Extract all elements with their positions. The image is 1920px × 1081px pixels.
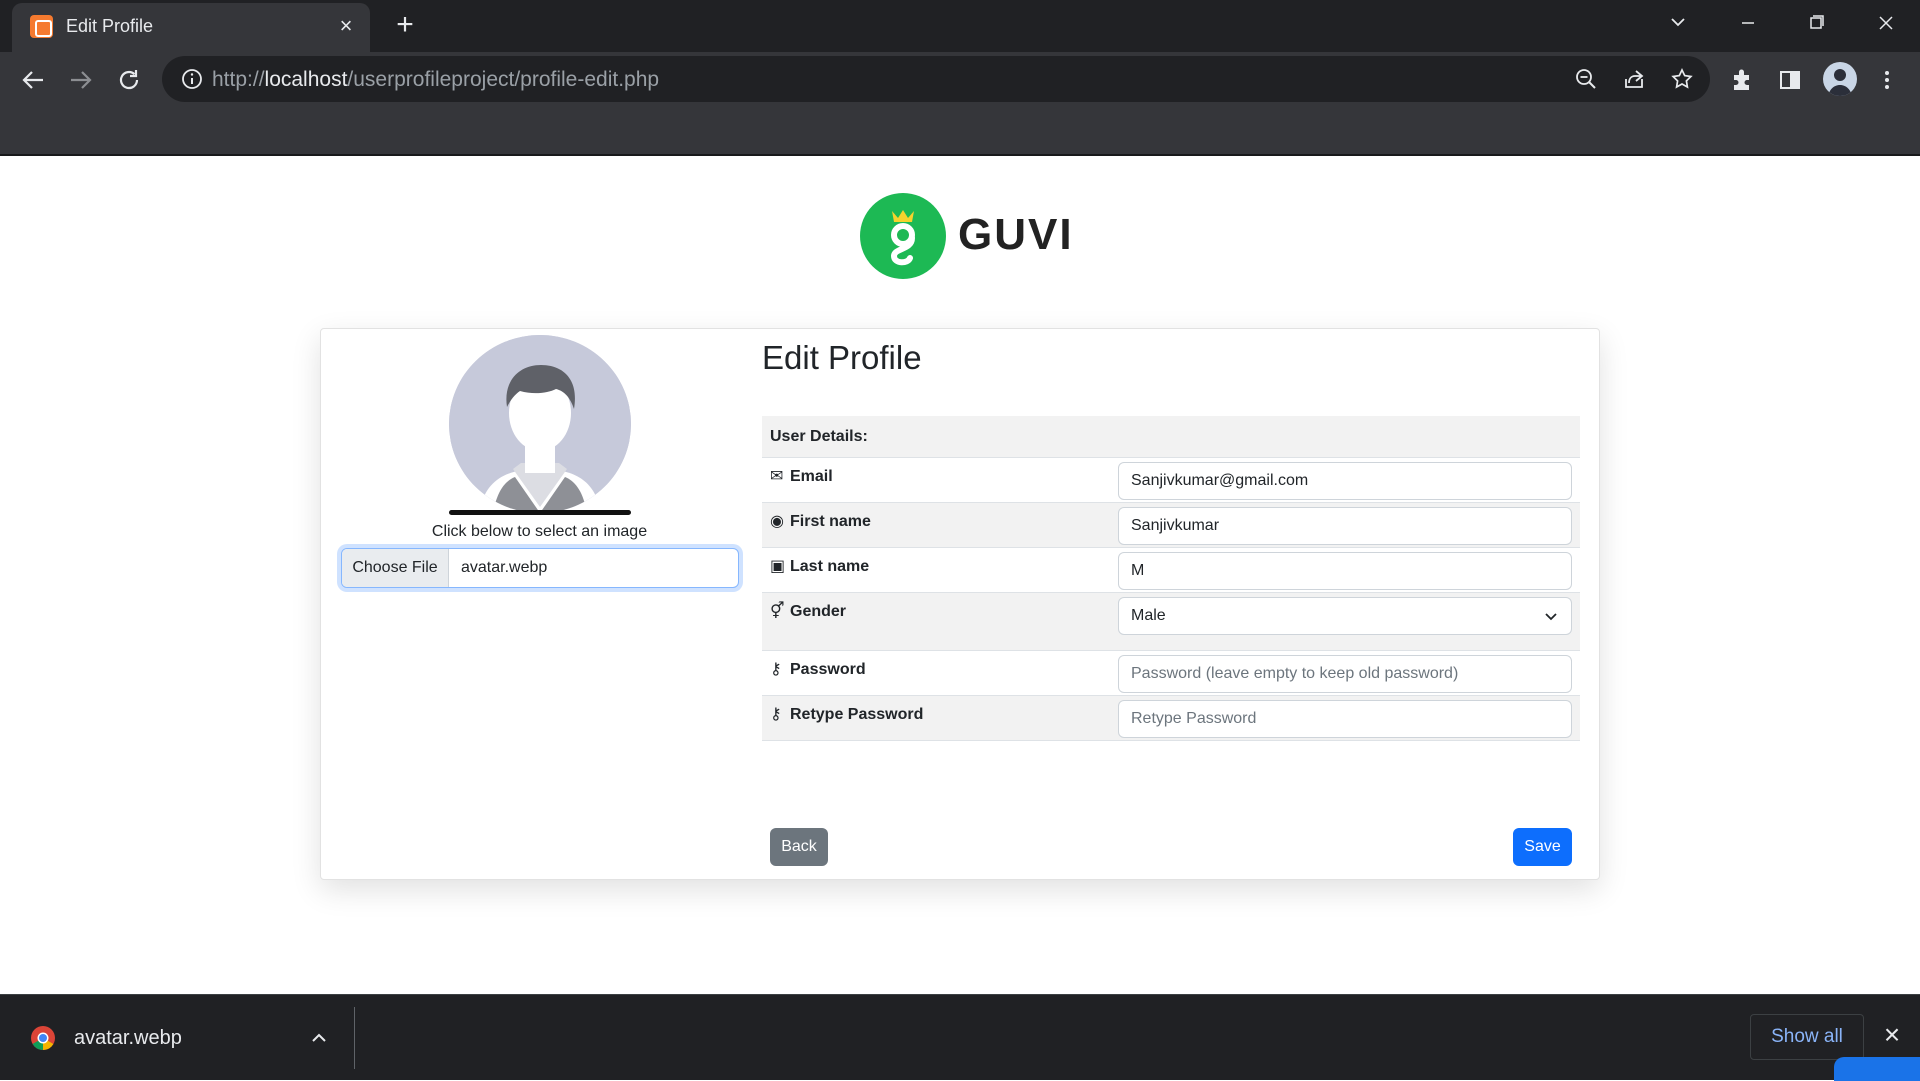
extensions-puzzle-icon[interactable] <box>1728 66 1756 94</box>
site-info-icon[interactable] <box>180 67 204 91</box>
download-separator <box>354 1007 355 1069</box>
password-label: ⚷ Password <box>770 661 866 678</box>
address-bar[interactable]: http://localhost/userprofileproject/prof… <box>162 56 1710 102</box>
chevron-down-icon <box>1545 613 1557 621</box>
person-square-icon: ▣ <box>770 558 786 575</box>
file-input[interactable]: Choose File avatar.webp <box>341 548 739 588</box>
gender-row: ⚥ Gender Male <box>762 593 1580 651</box>
corner-badge <box>1834 1057 1920 1081</box>
side-panel-icon[interactable] <box>1776 66 1804 94</box>
avatar-divider <box>449 510 631 515</box>
email-field[interactable] <box>1118 462 1572 500</box>
logo-text: GUVI <box>958 210 1074 259</box>
browser-tab[interactable]: Edit Profile × <box>12 3 370 52</box>
edit-profile-card: Click below to select an image Choose Fi… <box>320 328 1600 880</box>
retype-password-row: ⚷ Retype Password <box>762 696 1580 741</box>
back-button[interactable]: Back <box>770 828 828 866</box>
guvi-logo-icon <box>860 193 946 279</box>
last-name-row: ▣ Last name <box>762 548 1580 593</box>
window-close-icon[interactable] <box>1866 8 1906 38</box>
first-name-label: ◉ First name <box>770 513 871 530</box>
chrome-file-icon <box>31 1026 55 1050</box>
browser-toolbar: http://localhost/userprofileproject/prof… <box>0 52 1920 156</box>
restore-icon[interactable] <box>1796 8 1836 38</box>
choose-file-button[interactable]: Choose File <box>342 549 449 587</box>
retype-password-label: ⚷ Retype Password <box>770 706 924 723</box>
last-name-field[interactable] <box>1118 552 1572 590</box>
gender-selected-value: Male <box>1131 607 1166 624</box>
section-header-row: User Details: <box>762 416 1580 458</box>
save-button[interactable]: Save <box>1513 828 1572 866</box>
email-label: ✉ Email <box>770 468 833 485</box>
browser-tabstrip: Edit Profile × + <box>0 0 1920 52</box>
first-name-field[interactable] <box>1118 507 1572 545</box>
image-select-hint: Click below to select an image <box>431 523 648 540</box>
xampp-favicon-icon <box>30 15 53 38</box>
email-row: ✉ Email <box>762 458 1580 503</box>
download-bar: avatar.webp Show all × <box>0 994 1920 1081</box>
download-item-name[interactable]: avatar.webp <box>74 1027 182 1050</box>
page-title: Edit Profile <box>762 339 922 376</box>
share-icon[interactable] <box>1622 67 1646 91</box>
page-body: GUVI Click below to select an image Choo… <box>0 156 1920 994</box>
tab-search-icon[interactable] <box>1666 10 1690 34</box>
avatar-image <box>449 335 631 513</box>
zoom-out-icon[interactable] <box>1574 67 1598 91</box>
envelope-icon: ✉ <box>770 468 784 485</box>
download-bar-close-icon[interactable]: × <box>1880 1021 1904 1049</box>
reload-icon[interactable] <box>113 64 145 96</box>
new-tab-icon[interactable]: + <box>390 10 420 40</box>
retype-password-field[interactable] <box>1118 700 1572 738</box>
bookmark-star-icon[interactable] <box>1670 67 1694 91</box>
first-name-row: ◉ First name <box>762 503 1580 548</box>
url-text: http://localhost/userprofileproject/prof… <box>212 68 660 91</box>
minimize-icon[interactable] <box>1728 8 1768 38</box>
password-row: ⚷ Password <box>762 651 1580 696</box>
gender-icon: ⚥ <box>770 603 785 620</box>
chevron-up-icon[interactable] <box>310 1029 328 1047</box>
tab-close-icon[interactable]: × <box>334 14 358 38</box>
back-arrow-icon[interactable] <box>17 64 49 96</box>
selected-file-name: avatar.webp <box>461 559 548 576</box>
show-all-button[interactable]: Show all <box>1750 1014 1864 1060</box>
key-icon: ⚷ <box>770 661 782 678</box>
gender-select[interactable]: Male <box>1118 597 1572 635</box>
tab-title: Edit Profile <box>66 16 154 36</box>
user-circle-icon: ◉ <box>770 513 784 530</box>
last-name-label: ▣ Last name <box>770 558 870 575</box>
section-label: User Details: <box>770 428 868 445</box>
kebab-menu-icon[interactable] <box>1873 66 1901 94</box>
gender-label: ⚥ Gender <box>770 603 847 620</box>
password-field[interactable] <box>1118 655 1572 693</box>
key-fill-icon: ⚷ <box>770 706 782 723</box>
forward-arrow-icon[interactable] <box>65 64 97 96</box>
profile-avatar[interactable] <box>1823 62 1857 96</box>
